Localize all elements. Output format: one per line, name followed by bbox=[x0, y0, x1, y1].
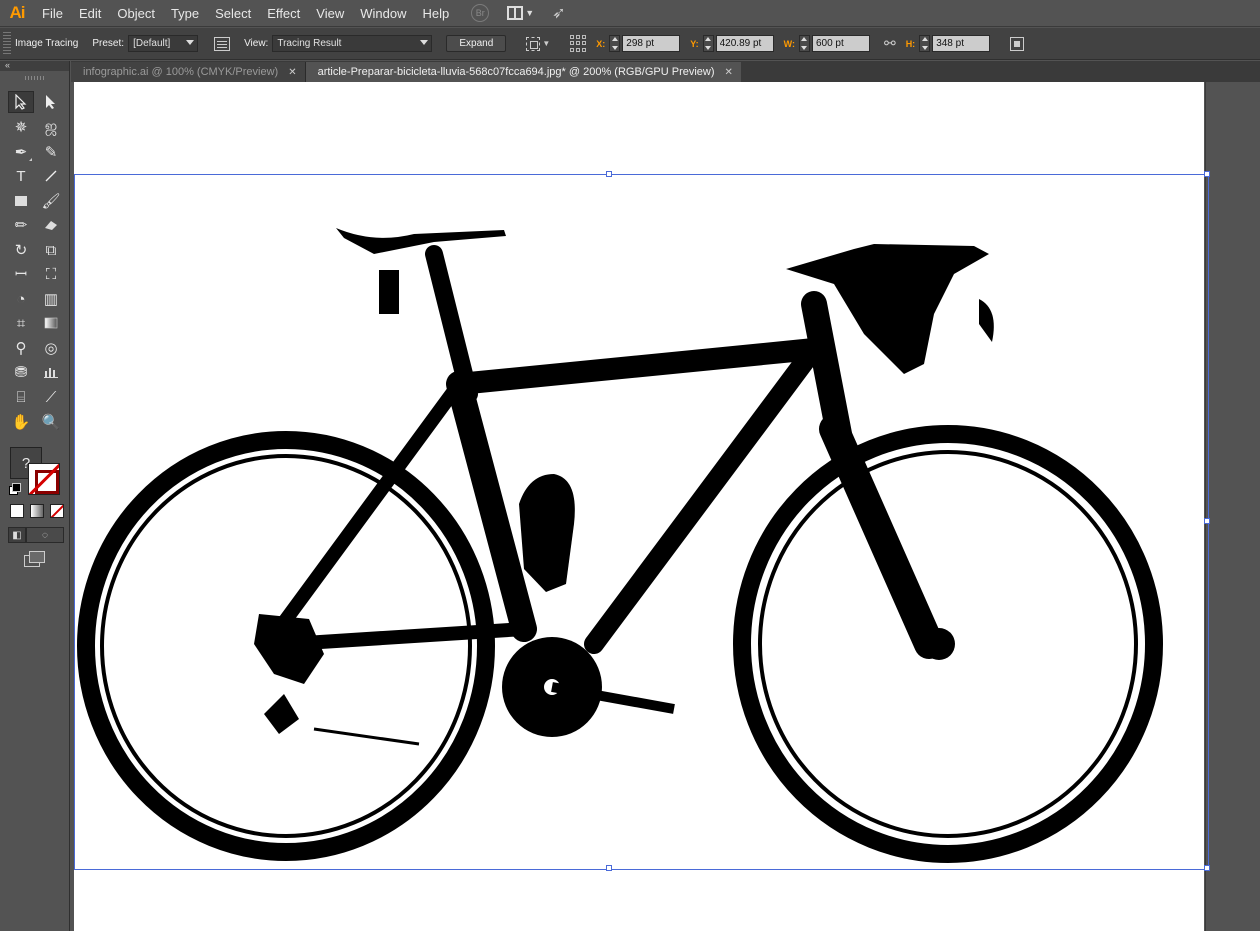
direct-selection-tool-icon[interactable] bbox=[38, 91, 64, 113]
pasteboard-right bbox=[1205, 82, 1260, 931]
default-fill-stroke-icon[interactable] bbox=[9, 483, 21, 495]
menu-select[interactable]: Select bbox=[207, 0, 259, 27]
curvature-tool-icon[interactable]: ✎ bbox=[38, 141, 64, 163]
selection-tool-icon[interactable] bbox=[8, 91, 34, 113]
rotate-tool-icon[interactable]: ↻ bbox=[8, 239, 34, 261]
bridge-icon[interactable]: Br bbox=[471, 4, 490, 22]
w-spinner[interactable] bbox=[798, 35, 810, 52]
menu-type[interactable]: Type bbox=[163, 0, 207, 27]
shape-builder-tool-icon[interactable]: ◔ bbox=[8, 288, 34, 310]
traced-bicycle-image[interactable] bbox=[74, 174, 1209, 870]
magic-wand-tool-icon[interactable]: ✵ bbox=[8, 116, 34, 138]
arrange-documents-icon[interactable]: ▼ bbox=[507, 6, 534, 20]
y-field[interactable] bbox=[715, 35, 774, 52]
artboard-tool-icon[interactable]: ⌸ bbox=[8, 386, 34, 408]
menu-extras: Br ▼ ➶ bbox=[471, 3, 566, 23]
mesh-tool-icon[interactable]: ⌗ bbox=[8, 312, 34, 334]
pencil-tool-icon[interactable]: ✏ bbox=[8, 214, 34, 236]
type-tool-icon[interactable]: T bbox=[8, 165, 34, 187]
tools-panel-grip[interactable] bbox=[25, 76, 45, 80]
close-icon[interactable]: ✕ bbox=[288, 67, 296, 78]
scale-tool-icon[interactable]: ⧉ bbox=[38, 239, 64, 261]
color-mode-button[interactable] bbox=[10, 504, 24, 518]
none-mode-button[interactable] bbox=[50, 504, 64, 518]
rectangle-tool-icon[interactable] bbox=[8, 190, 34, 212]
slice-tool-icon[interactable]: ⟋ bbox=[38, 386, 64, 408]
menu-items: File Edit Object Type Select Effect View Window… bbox=[34, 0, 457, 27]
w-label: W: bbox=[783, 38, 795, 49]
eraser-tool-icon[interactable] bbox=[38, 214, 64, 236]
blend-tool-icon[interactable]: ◎ bbox=[38, 337, 64, 359]
x-field[interactable] bbox=[622, 35, 681, 52]
preset-label: Preset: bbox=[92, 38, 125, 49]
free-transform-tool-icon[interactable]: ⛶ bbox=[38, 263, 64, 285]
column-graph-tool-icon[interactable] bbox=[38, 361, 64, 383]
menu-effect[interactable]: Effect bbox=[259, 0, 308, 27]
h-label: H: bbox=[905, 38, 916, 49]
preset-value: [Default] bbox=[133, 38, 171, 49]
color-mode-row bbox=[10, 504, 64, 518]
hand-tool-icon[interactable]: ✋ bbox=[8, 411, 34, 433]
reference-point-icon[interactable] bbox=[570, 34, 588, 53]
drawing-modes: ◧ ◌ bbox=[8, 527, 64, 543]
pen-tool-icon[interactable]: ✒ bbox=[8, 141, 34, 163]
tab-label: infographic.ai @ 100% (CMYK/Preview) bbox=[83, 66, 279, 78]
document-tabs: infographic.ai @ 100% (CMYK/Preview) ✕ a… bbox=[71, 61, 1260, 82]
menu-help[interactable]: Help bbox=[414, 0, 457, 27]
paintbrush-tool-icon[interactable]: 🖌 bbox=[38, 190, 64, 212]
screen-mode-icon[interactable] bbox=[24, 551, 46, 567]
view-label: View: bbox=[244, 38, 269, 49]
tools-panel: « ✵ ஜ ✒ ✎ T 🖌 ✏ ↻ ⧉ ꟷ ⛶ ◔ ▥ ⌗ ⚲ ◎ ⛃ ⌸ ⟋ … bbox=[0, 60, 70, 931]
warp-tool-icon[interactable]: ꟷ bbox=[8, 263, 34, 285]
preset-dropdown[interactable]: [Default] bbox=[128, 35, 199, 52]
illustrator-logo: Ai bbox=[9, 3, 26, 22]
view-dropdown[interactable]: Tracing Result bbox=[272, 35, 433, 52]
menu-window[interactable]: Window bbox=[352, 0, 414, 27]
align-dropdown-icon[interactable]: ▼ bbox=[542, 39, 550, 48]
lasso-tool-icon[interactable]: ஜ bbox=[38, 116, 64, 138]
menu-object[interactable]: Object bbox=[109, 0, 163, 27]
stroke-swatch[interactable] bbox=[28, 463, 60, 495]
tab-bicycle-image[interactable]: article-Preparar-bicicleta-lluvia-568c07… bbox=[305, 62, 741, 82]
w-field[interactable] bbox=[811, 35, 870, 52]
expand-button[interactable]: Expand bbox=[446, 35, 507, 52]
tools-panel-header: « bbox=[0, 60, 69, 71]
eyedropper-tool-icon[interactable]: ⚲ bbox=[8, 337, 34, 359]
h-spinner[interactable] bbox=[919, 35, 931, 52]
tab-label: article-Preparar-bicicleta-lluvia-568c07… bbox=[317, 66, 715, 78]
view-value: Tracing Result bbox=[277, 38, 342, 49]
menu-edit[interactable]: Edit bbox=[71, 0, 109, 27]
image-tracing-label: Image Tracing bbox=[15, 38, 79, 49]
tab-infographic[interactable]: infographic.ai @ 100% (CMYK/Preview) ✕ bbox=[71, 62, 306, 82]
control-bar-grip[interactable] bbox=[3, 31, 11, 56]
gpu-performance-icon[interactable]: ➶ bbox=[552, 3, 565, 23]
perspective-grid-tool-icon[interactable]: ▥ bbox=[38, 288, 64, 310]
transform-icon[interactable] bbox=[1010, 36, 1025, 51]
control-bar: Image Tracing Preset: [Default] View: Tr… bbox=[0, 28, 1260, 60]
draw-normal-icon[interactable]: ◧ bbox=[8, 527, 26, 543]
x-label: X: bbox=[596, 38, 606, 49]
image-trace-panel-icon[interactable] bbox=[214, 36, 231, 51]
line-segment-tool-icon[interactable] bbox=[38, 165, 64, 187]
menu-file[interactable]: File bbox=[34, 0, 71, 27]
close-icon[interactable]: ✕ bbox=[725, 67, 733, 78]
x-spinner[interactable] bbox=[609, 35, 621, 52]
h-field[interactable] bbox=[932, 35, 991, 52]
menu-bar: Ai File Edit Object Type Select Effect View Win… bbox=[0, 0, 1260, 27]
y-label: Y: bbox=[690, 38, 699, 49]
constrain-proportions-icon[interactable]: ⚯ bbox=[884, 35, 896, 52]
collapse-icon[interactable]: « bbox=[5, 60, 10, 70]
gradient-mode-button[interactable] bbox=[30, 504, 44, 518]
draw-behind-icon[interactable]: ◌ bbox=[26, 527, 64, 543]
fill-stroke-swatches: ? bbox=[8, 447, 64, 499]
y-spinner[interactable] bbox=[702, 35, 714, 52]
align-icon[interactable] bbox=[526, 36, 541, 51]
menu-view[interactable]: View bbox=[308, 0, 352, 27]
symbol-sprayer-tool-icon[interactable]: ⛃ bbox=[8, 361, 34, 383]
gradient-tool-icon[interactable] bbox=[38, 312, 64, 334]
zoom-tool-icon[interactable]: 🔍 bbox=[38, 411, 64, 433]
